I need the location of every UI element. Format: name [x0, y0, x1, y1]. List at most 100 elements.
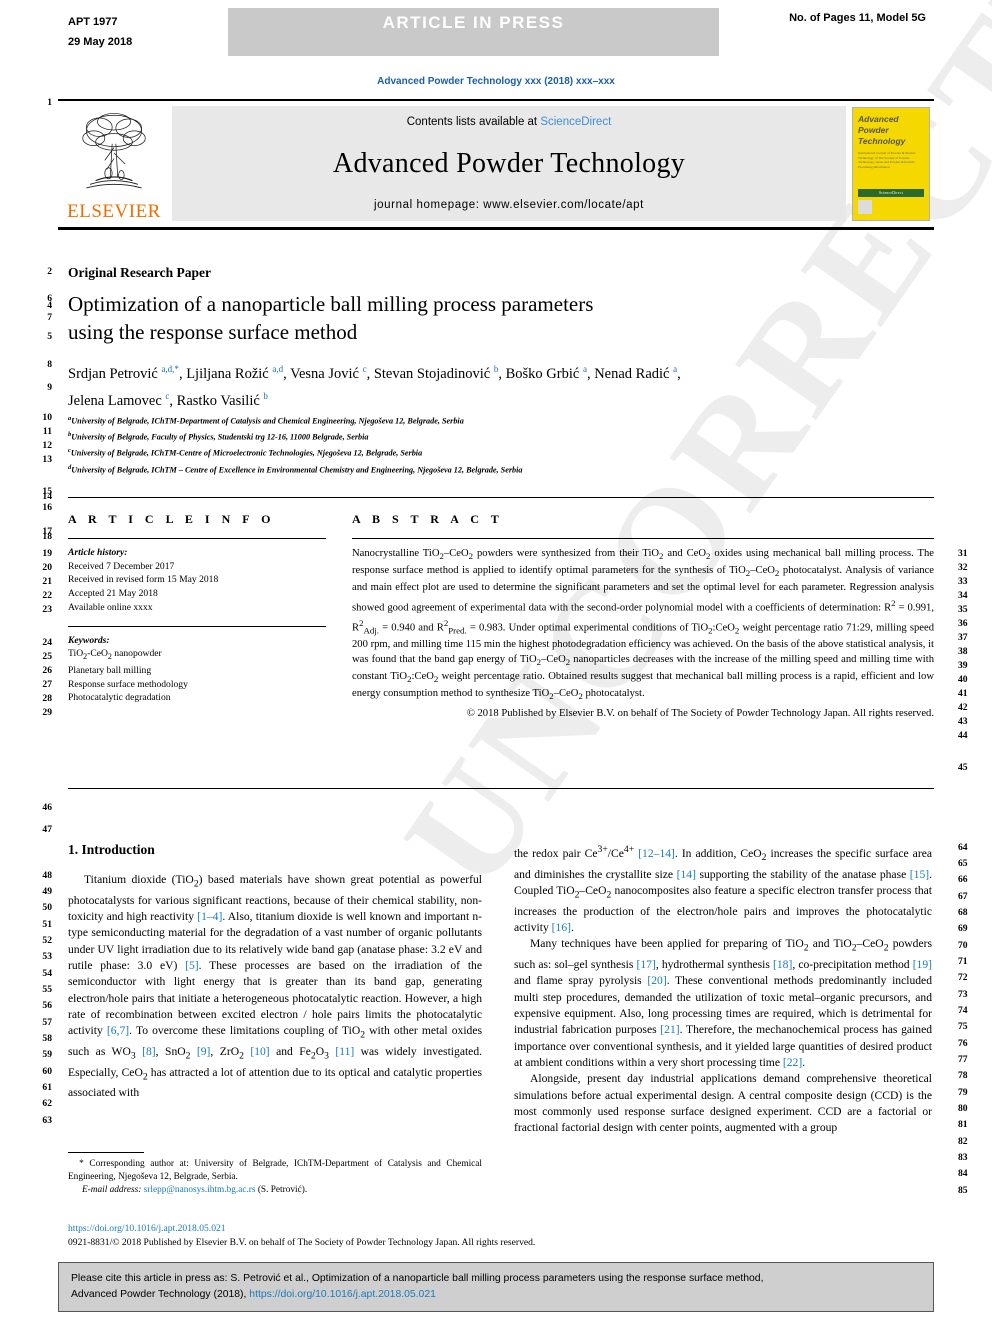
line-number: 5: [47, 331, 52, 342]
line-number: 61: [42, 1082, 52, 1093]
journal-homepage-line[interactable]: journal homepage: www.elsevier.com/locat…: [374, 199, 644, 211]
cover-bar-text: ScienceDirect: [878, 191, 904, 195]
body-column-right: the redox pair Ce3+/Ce4+ [12–14]. In add…: [514, 842, 932, 1137]
affiliation-marker: a: [68, 415, 72, 422]
line-number: 52: [42, 935, 52, 946]
line-number: 35: [958, 604, 968, 615]
line-number: 12: [42, 440, 52, 451]
author-affiliation-marker: b: [263, 390, 268, 401]
line-number: 44: [958, 730, 968, 741]
line-number: 59: [42, 1049, 52, 1060]
cite-doi-link[interactable]: https://doi.org/10.1016/j.apt.2018.05.02…: [249, 1289, 436, 1300]
line-number: 19: [42, 548, 52, 559]
line-number: 78: [958, 1070, 968, 1081]
line-number: 85: [958, 1185, 968, 1196]
line-number: 27: [42, 679, 52, 690]
line-number: 65: [958, 858, 968, 869]
line-number: 16: [42, 502, 52, 513]
banner-center: ARTICLE IN PRESS: [228, 8, 719, 56]
line-number: 38: [958, 646, 968, 657]
line-number: 63: [42, 1115, 52, 1126]
footnote-block: * Corresponding author at: University of…: [68, 1158, 482, 1198]
author-affiliation-marker: c: [362, 364, 367, 374]
line-number: 62: [42, 1098, 52, 1109]
line-number: 32: [958, 562, 968, 573]
history-item: Received in revised form 15 May 2018: [68, 574, 219, 586]
abstract-body: Nanocrystalline TiO2–CeO2 powders were s…: [352, 548, 935, 702]
contents-lists-line: Contents lists available at ScienceDirec…: [407, 116, 612, 128]
line-number: 4: [47, 300, 52, 311]
line-number: 69: [958, 923, 968, 934]
affiliation-item: aUniversity of Belgrade, IChTM-Departmen…: [68, 415, 464, 426]
abstract-heading: A B S T R A C T: [352, 512, 504, 526]
line-number: 26: [42, 665, 52, 676]
abstract-bottom-rule: [68, 788, 934, 789]
line-number: 40: [958, 674, 968, 685]
line-number: 58: [42, 1033, 52, 1044]
line-number: 60: [42, 1066, 52, 1077]
cite-journal-year: Advanced Powder Technology (2018),: [71, 1289, 250, 1300]
line-number: 83: [958, 1152, 968, 1163]
line-number: 51: [42, 919, 52, 930]
email-line: E-mail address: srlepp@nanosys.ihtm.bg.a…: [68, 1184, 482, 1197]
cite-line-2: Advanced Powder Technology (2018), https…: [71, 1287, 921, 1303]
article-title-line-2: using the response surface method: [68, 320, 358, 344]
author-affiliation-marker: b: [493, 364, 499, 374]
line-number: 23: [42, 604, 52, 615]
keyword-item: TiO2-CeO2 nanopowder: [68, 648, 162, 662]
banner-pages-model: No. of Pages 11, Model 5G: [719, 8, 934, 56]
line-number: 80: [958, 1103, 968, 1114]
keyword-item: Response surface methodology: [68, 678, 188, 690]
line-number: 31: [958, 548, 968, 559]
line-number: 14: [42, 491, 52, 502]
affiliation-marker: b: [68, 431, 72, 439]
line-number: 20: [42, 562, 52, 573]
cover-title-line-2: Powder: [858, 125, 889, 135]
cover-subtitle: International Journal of Powder & Partic…: [858, 151, 916, 169]
line-number: 57: [42, 1017, 52, 1028]
line-number: 54: [42, 968, 52, 979]
history-item: Available online xxxx: [68, 601, 153, 613]
line-number: 55: [42, 984, 52, 995]
doi-issn-block: https://doi.org/10.1016/j.apt.2018.05.02…: [68, 1222, 628, 1249]
email-link[interactable]: srlepp@nanosys.ihtm.bg.ac.rs: [144, 1185, 256, 1195]
author-affiliation-marker: a: [673, 364, 678, 374]
line-number: 56: [42, 1000, 52, 1011]
masthead-center-panel: Contents lists available at ScienceDirec…: [172, 106, 846, 221]
author-affiliation-marker: a: [582, 364, 587, 374]
line-number: 48: [42, 870, 52, 881]
intro-paragraph-4: Alongside, present day industrial applic…: [514, 1072, 932, 1135]
line-number: 10: [42, 412, 52, 423]
line-number: 70: [958, 940, 968, 951]
line-number: 37: [958, 632, 968, 643]
line-number: 8: [47, 359, 52, 370]
sciencedirect-link[interactable]: ScienceDirect: [540, 116, 611, 128]
affiliation-item: dUniversity of Belgrade, IChTM – Centre …: [68, 463, 523, 475]
email-owner: (S. Petrović).: [257, 1185, 308, 1196]
intro-paragraph-1: Titanium dioxide (TiO2) based materials …: [68, 873, 483, 1100]
line-number: 75: [958, 1021, 968, 1032]
author-affiliation-marker: a,d,*: [161, 364, 179, 374]
keyword-item: Planetary ball milling: [68, 664, 152, 676]
line-number: 67: [958, 891, 968, 902]
cover-title: Advanced Powder Technology: [858, 114, 924, 147]
line-number: 42: [958, 702, 968, 713]
line-number: 2: [47, 266, 52, 277]
abstract-column: A B S T R A C T Nanocrystalline TiO2–CeO…: [352, 512, 934, 722]
article-info-rule: [68, 538, 326, 539]
keyword-item: Photocatalytic degradation: [68, 692, 171, 704]
line-number: 7: [47, 312, 52, 323]
line-number: 49: [42, 886, 52, 897]
line-number: 74: [958, 1005, 968, 1016]
cover-title-line-3: Technology: [858, 136, 906, 146]
author-affiliation-marker: c: [165, 390, 170, 401]
footnote-divider: [68, 1152, 144, 1153]
line-number: 71: [958, 956, 968, 967]
line-number: 39: [958, 660, 968, 671]
line-number: 53: [42, 951, 52, 962]
line-number: 18: [42, 531, 52, 542]
doi-link[interactable]: https://doi.org/10.1016/j.apt.2018.05.02…: [68, 1222, 628, 1236]
keywords-block: Keywords: TiO2-CeO2 nanopowder Planetary…: [68, 634, 326, 705]
author-list: Srdjan Petrović a,d,*, Ljiljana Rožić a,…: [68, 358, 928, 412]
affiliation-marker: c: [68, 447, 71, 455]
